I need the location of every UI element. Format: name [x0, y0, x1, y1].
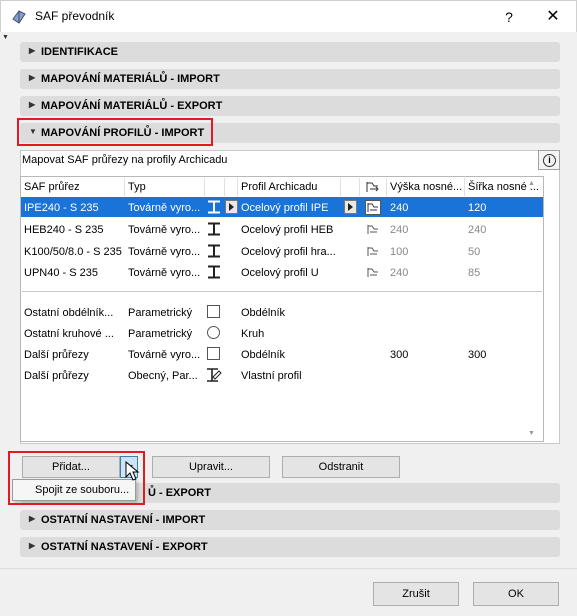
- column-divider[interactable]: [224, 178, 225, 196]
- window-title: SAF převodník: [35, 9, 115, 23]
- section-label: MAPOVÁNÍ MATERIÁLŮ - EXPORT: [41, 100, 223, 112]
- info-icon: i: [543, 154, 556, 167]
- cell-sirka: 85: [468, 267, 481, 279]
- column-divider[interactable]: [359, 178, 360, 196]
- expand-triangle-icon: ▶: [29, 100, 36, 109]
- i-beam-icon: [208, 244, 220, 258]
- cell-typ: Továrně vyro...: [128, 349, 201, 361]
- mapping-icon[interactable]: [365, 265, 381, 280]
- cell-typ: Továrně vyro...: [128, 202, 201, 214]
- cancel-button[interactable]: Zrušit: [373, 582, 459, 606]
- help-button[interactable]: ?: [496, 6, 522, 28]
- cell-profil: Kruh: [241, 328, 265, 340]
- cell-saf[interactable]: Další průřezy: [24, 349, 124, 361]
- column-header-profil[interactable]: Profil Archicadu: [241, 181, 317, 193]
- cell-profil: Ocelový profil U: [241, 267, 319, 279]
- scroll-down-icon[interactable]: ▼: [528, 430, 535, 437]
- column-divider[interactable]: [204, 178, 205, 196]
- cell-sirka: 50: [468, 246, 481, 258]
- section-identifikace[interactable]: ▶ IDENTIFIKACE: [20, 42, 560, 62]
- section-label: OSTATNÍ NASTAVENÍ - EXPORT: [41, 541, 208, 553]
- cell-saf[interactable]: Ostatní kruhové ...: [24, 328, 124, 340]
- mapping-icon[interactable]: [365, 200, 381, 215]
- ok-button[interactable]: OK: [473, 582, 559, 606]
- cell-vyska: 240: [390, 202, 409, 214]
- mapping-icon[interactable]: [365, 244, 381, 259]
- cell-vyska: 100: [390, 246, 409, 258]
- highlight-box: [17, 118, 213, 146]
- section-material-export[interactable]: ▶ MAPOVÁNÍ MATERIÁLŮ - EXPORT: [20, 96, 560, 116]
- collapse-indicator-icon: ▼: [2, 34, 9, 41]
- mouse-cursor-icon: [125, 461, 140, 481]
- column-header-typ[interactable]: Typ: [128, 181, 146, 193]
- square-icon: [207, 305, 220, 318]
- section-label: OSTATNÍ NASTAVENÍ - IMPORT: [41, 514, 206, 526]
- cell-saf: IPE240 - S 235: [24, 202, 99, 214]
- table-divider: [22, 291, 542, 292]
- cell-typ: Továrně vyro...: [128, 246, 201, 258]
- profile-select-button[interactable]: [344, 200, 357, 214]
- column-header-saf[interactable]: SAF průřez: [24, 181, 80, 193]
- section-label: Ů - EXPORT: [148, 487, 211, 499]
- app-icon: [12, 10, 26, 24]
- cell-profil: Ocelový profil HEB: [241, 224, 334, 236]
- info-button[interactable]: i: [538, 150, 560, 170]
- cell-typ: Továrně vyro...: [128, 267, 201, 279]
- title-bar: SAF převodník ? ✕: [0, 0, 577, 32]
- cell-vyska: 300: [390, 349, 409, 361]
- remove-button[interactable]: Odstranit: [282, 456, 400, 478]
- expand-triangle-icon: ▶: [29, 46, 36, 55]
- cell-vyska: 240: [390, 224, 409, 236]
- cell-typ: Parametrický: [128, 328, 193, 340]
- footer-divider: [0, 568, 577, 569]
- cell-typ: Parametrický: [128, 307, 193, 319]
- column-divider[interactable]: [340, 178, 341, 196]
- profile-select-button[interactable]: [225, 200, 238, 214]
- section-label: MAPOVÁNÍ MATERIÁLŮ - IMPORT: [41, 73, 220, 85]
- cell-typ: Továrně vyro...: [128, 224, 201, 236]
- cell-profil: Vlastní profil: [241, 370, 302, 382]
- close-button[interactable]: ✕: [538, 6, 568, 28]
- cell-sirka: 120: [468, 202, 487, 214]
- expand-triangle-icon: ▶: [29, 514, 36, 523]
- column-divider[interactable]: [386, 178, 387, 196]
- section-other-export[interactable]: ▶ OSTATNÍ NASTAVENÍ - EXPORT: [20, 537, 560, 557]
- i-beam-icon: [208, 265, 220, 279]
- circle-icon: [207, 326, 220, 339]
- edit-button[interactable]: Upravit...: [152, 456, 270, 478]
- section-material-import[interactable]: ▶ MAPOVÁNÍ MATERIÁLŮ - IMPORT: [20, 69, 560, 89]
- cell-typ: Obecný, Par...: [128, 370, 198, 382]
- cell-saf[interactable]: UPN40 - S 235: [24, 267, 124, 279]
- cell-saf[interactable]: HEB240 - S 235: [24, 224, 124, 236]
- column-divider[interactable]: [464, 178, 465, 196]
- scroll-up-icon[interactable]: ▲: [528, 180, 535, 187]
- cell-sirka: 300: [468, 349, 487, 361]
- expand-triangle-icon: ▶: [29, 73, 36, 82]
- square-icon: [207, 347, 220, 360]
- cell-sirka: 240: [468, 224, 487, 236]
- cell-profil: Ocelový profil IPE: [241, 202, 329, 214]
- cell-profil: Obdélník: [241, 349, 286, 361]
- i-beam-icon: [208, 200, 220, 214]
- section-other-import[interactable]: ▶ OSTATNÍ NASTAVENÍ - IMPORT: [20, 510, 560, 530]
- mapping-label: Mapovat SAF průřezy na profily Archicadu: [22, 154, 228, 166]
- expand-triangle-icon: ▶: [29, 541, 36, 550]
- cell-saf[interactable]: Další průřezy: [24, 370, 124, 382]
- mapping-icon[interactable]: [365, 222, 381, 237]
- cell-saf[interactable]: K100/50/8.0 - S 235: [24, 246, 124, 258]
- column-divider[interactable]: [237, 178, 238, 196]
- cell-saf[interactable]: Ostatní obdélník...: [24, 307, 124, 319]
- i-beam-icon: [208, 222, 220, 236]
- column-divider[interactable]: [124, 178, 125, 196]
- mapping-header-icon: [366, 182, 379, 192]
- cell-profil: Ocelový profil hra...: [241, 246, 336, 258]
- custom-profile-icon: [207, 368, 222, 382]
- section-label: IDENTIFIKACE: [41, 46, 118, 58]
- column-header-vyska[interactable]: Výška nosné...: [390, 181, 462, 193]
- cell-profil: Obdélník: [241, 307, 286, 319]
- cell-vyska: 240: [390, 267, 409, 279]
